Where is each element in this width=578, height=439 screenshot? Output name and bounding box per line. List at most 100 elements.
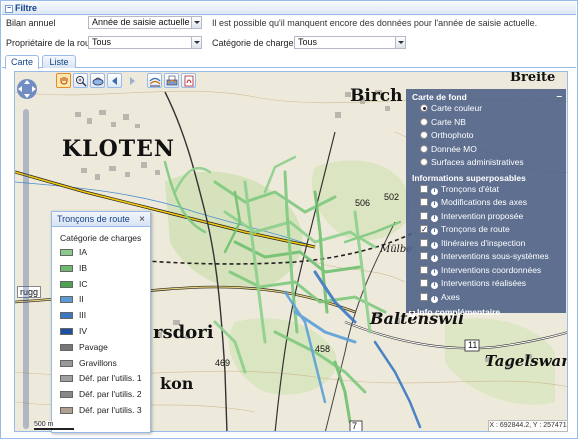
elevation-label: 506 — [355, 198, 371, 208]
minimize-icon[interactable]: – — [556, 91, 562, 102]
base-layer-label: Surfaces administratives — [431, 157, 524, 167]
expand-icon[interactable]: + — [409, 310, 415, 317]
zoom-in-icon[interactable] — [73, 73, 88, 88]
legend-swatch — [60, 280, 73, 288]
radio-icon[interactable] — [420, 144, 428, 153]
legend-item-label: IV — [79, 325, 88, 336]
overlay-option[interactable]: i Itinéraires d'inspection — [406, 237, 566, 251]
checkbox-icon[interactable] — [420, 238, 428, 247]
app-window: − Filtre Bilan annuel Année de saisie ac… — [0, 0, 578, 439]
radio-icon[interactable] — [420, 158, 428, 166]
legend-item: IV — [52, 324, 150, 340]
back-icon[interactable] — [107, 73, 122, 88]
base-layer-option[interactable]: Orthophoto — [406, 129, 566, 143]
legend-swatch — [60, 296, 73, 304]
tab-carte[interactable]: Carte — [5, 55, 39, 69]
zoom-slider[interactable] — [23, 109, 29, 429]
info-icon[interactable]: i — [431, 282, 438, 289]
checkbox-icon[interactable] — [420, 184, 428, 193]
more-info-toggle[interactable]: + Info complémentaire — [406, 304, 566, 317]
pdf-icon[interactable] — [181, 73, 196, 88]
legend-swatch — [60, 264, 73, 272]
category-select-value: Tous — [298, 37, 318, 47]
checkbox-icon[interactable] — [420, 223, 428, 236]
base-layer-option[interactable]: Donnée MO — [406, 143, 566, 157]
base-layer-label: Carte NB — [431, 116, 466, 127]
overlay-label: Axes — [441, 291, 460, 302]
collapse-icon[interactable]: − — [5, 5, 13, 13]
legend-item: Déf. par l'utilis. 1 — [52, 371, 150, 387]
tab-liste[interactable]: Liste — [42, 55, 76, 68]
overlay-option[interactable]: i Interventions sous-systèmes — [406, 250, 566, 264]
radio-icon[interactable] — [420, 131, 428, 139]
elevation-label: 502 — [384, 192, 400, 202]
legend-item: IC — [52, 277, 150, 293]
category-select[interactable]: Tous — [294, 36, 406, 49]
tab-strip: Carte Liste — [2, 54, 576, 69]
filter-panel-header[interactable]: − Filtre — [2, 2, 576, 15]
info-icon[interactable]: i — [431, 201, 438, 208]
route-number: 11 — [468, 340, 478, 350]
bilan-select-value: Année de saisie actuelle — [92, 17, 190, 27]
legend-item-label: IC — [79, 278, 88, 289]
info-icon[interactable]: i — [431, 295, 438, 303]
base-layer-title: Carte de fond — [412, 92, 467, 102]
elevation-label: 469 — [215, 358, 231, 368]
info-icon[interactable]: i — [431, 228, 438, 235]
overlay-option[interactable]: i Tronçons d'état — [406, 183, 566, 197]
overlay-option[interactable]: i Axes — [406, 291, 566, 305]
overlay-label: Tronçons de route — [441, 224, 510, 234]
pan-arrows-icon[interactable] — [16, 77, 38, 101]
place-rugg: rugg — [17, 286, 42, 298]
legend-header[interactable]: Tronçons de route × — [52, 212, 150, 227]
zoom-extent-icon[interactable] — [90, 73, 105, 88]
overlay-option[interactable]: i Modifications des axes — [406, 196, 566, 210]
checkbox-icon[interactable] — [420, 292, 428, 301]
pan-control[interactable] — [16, 77, 38, 101]
checkbox-icon[interactable] — [420, 211, 428, 220]
overlay-title: Informations superposables — [412, 172, 526, 183]
overlay-label: Interventions sous-systèmes — [441, 251, 549, 261]
legend-swatch — [60, 343, 73, 351]
chevron-down-icon[interactable] — [191, 37, 201, 48]
radio-icon[interactable] — [420, 104, 428, 112]
checkbox-icon[interactable] — [420, 279, 428, 287]
print-icon[interactable] — [164, 73, 179, 88]
overlay-option[interactable]: i Intervention proposée — [406, 210, 566, 224]
base-layer-option[interactable]: Carte couleur — [406, 102, 566, 116]
chevron-down-icon[interactable] — [395, 37, 405, 48]
filter-title: Filtre — [15, 3, 38, 13]
overlay-label: Intervention proposée — [441, 210, 524, 221]
forward-icon[interactable] — [124, 73, 139, 88]
base-layer-option[interactable]: Carte NB — [406, 116, 566, 130]
layers-icon[interactable] — [147, 73, 162, 88]
checkbox-icon[interactable] — [420, 265, 428, 274]
legend-subtitle: Catégorie de charges — [60, 233, 142, 243]
info-icon[interactable]: i — [431, 214, 438, 222]
close-icon[interactable]: × — [139, 212, 145, 227]
legend-item-label: IB — [79, 262, 88, 273]
info-icon[interactable]: i — [431, 255, 438, 262]
legend-window: Tronçons de route × Catégorie de charges… — [51, 211, 151, 433]
overlay-option[interactable]: iTronçons de route — [406, 223, 566, 237]
base-layer-label: Orthophoto — [431, 130, 474, 140]
overlay-option[interactable]: i Interventions réalisées — [406, 277, 566, 291]
owner-select[interactable]: Tous — [88, 36, 202, 49]
info-icon[interactable]: i — [431, 241, 438, 249]
info-icon[interactable]: i — [431, 268, 438, 276]
route-number: 7 — [352, 421, 358, 431]
category-label: Catégorie de charges — [212, 38, 299, 48]
checkbox-icon[interactable] — [420, 252, 428, 260]
place-breite: Breite — [510, 71, 556, 85]
bilan-select[interactable]: Année de saisie actuelle — [88, 16, 202, 29]
legend-swatch — [60, 312, 73, 320]
place-birch: Birch — [350, 86, 403, 106]
overlay-option[interactable]: i Interventions coordonnées — [406, 264, 566, 278]
info-icon[interactable]: i — [431, 187, 438, 195]
chevron-down-icon[interactable] — [191, 17, 201, 28]
radio-icon[interactable] — [420, 117, 428, 126]
pan-icon[interactable] — [56, 73, 71, 88]
checkbox-icon[interactable] — [420, 198, 428, 206]
base-layer-option[interactable]: Surfaces administratives — [406, 156, 566, 170]
legend-item: IA — [52, 245, 150, 261]
